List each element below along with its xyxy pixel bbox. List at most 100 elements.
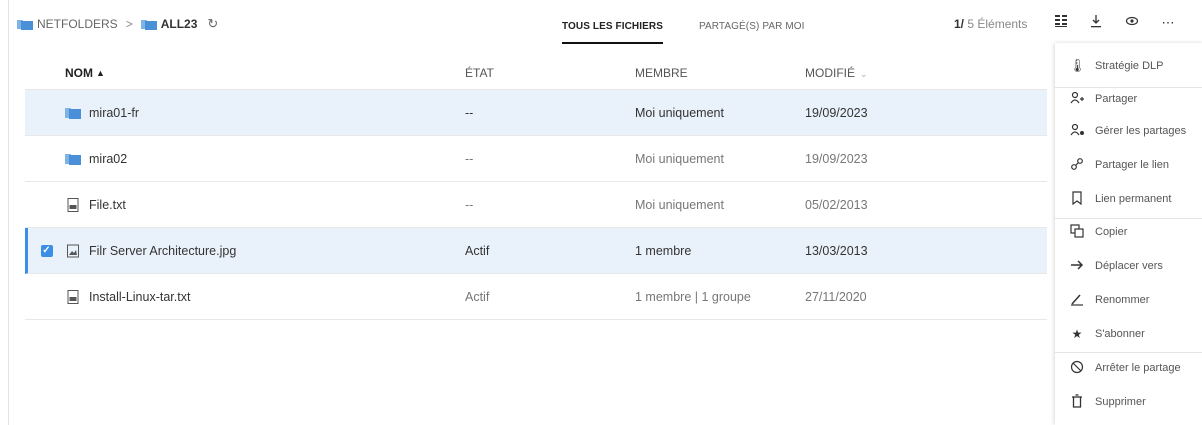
- file-member: 1 membre: [635, 243, 692, 258]
- file-member: Moi uniquement: [635, 151, 724, 166]
- view-eye-icon[interactable]: [1123, 14, 1141, 32]
- txt-file-icon: [67, 197, 79, 212]
- netfolders-icon: [17, 19, 33, 30]
- row-check-col: ✓: [28, 244, 65, 257]
- file-name[interactable]: mira02: [89, 152, 127, 166]
- folder-icon: [65, 153, 81, 165]
- refresh-icon[interactable]: ↻: [207, 16, 218, 32]
- actions-menu: 🌡︎ Stratégie DLP Partager Gérer les part…: [1055, 43, 1202, 425]
- star-icon: ★: [1071, 327, 1083, 341]
- more-actions-icon[interactable]: ⋯: [1159, 14, 1177, 32]
- file-member: Moi uniquement: [635, 105, 724, 120]
- image-file-icon: [67, 244, 79, 257]
- menu-item-label: Déplacer vers: [1095, 260, 1163, 272]
- file-table: NOM ▲ ÉTAT MEMBRE MODIFIÉ ⌄ mira01-fr -- M…: [25, 56, 1047, 320]
- file-modified: 19/09/2023: [805, 105, 868, 120]
- sort-asc-icon: ▲: [96, 67, 105, 78]
- file-modified: 27/11/2020: [805, 289, 867, 304]
- menu-item-label: Lien permanent: [1095, 193, 1172, 205]
- file-browser: NETFOLDERS > ALL23 ↻ TOUS LES FICHIERS P…: [8, 0, 1202, 425]
- menu-item-stop-sharing[interactable]: Arrêter le partage: [1055, 353, 1202, 383]
- menu-item-copy[interactable]: Copier: [1055, 217, 1202, 247]
- folder-icon: [65, 107, 81, 119]
- menu-item-delete[interactable]: Supprimer: [1055, 387, 1202, 417]
- file-state: Actif: [465, 243, 490, 258]
- row-name-cell: Filr Server Architecture.jpg: [65, 244, 465, 258]
- thermometer-icon: 🌡︎: [1069, 58, 1086, 73]
- breadcrumb-root[interactable]: NETFOLDERS: [37, 17, 118, 31]
- file-name[interactable]: Install-Linux-tar.txt: [89, 290, 190, 304]
- table-row[interactable]: Install-Linux-tar.txt Actif 1 membre | 1…: [25, 274, 1047, 320]
- header-name-label: NOM: [65, 65, 93, 80]
- download-icon[interactable]: [1087, 14, 1105, 32]
- bookmark-icon: [1069, 190, 1085, 208]
- header-modified[interactable]: MODIFIÉ ⌄: [805, 66, 1005, 80]
- menu-item-dlp-policy[interactable]: 🌡︎ Stratégie DLP: [1055, 51, 1202, 81]
- stop-share-icon: [1069, 360, 1085, 377]
- header-member[interactable]: MEMBRE: [635, 66, 805, 80]
- menu-item-label: Copier: [1095, 226, 1128, 238]
- file-state: Actif: [465, 289, 490, 304]
- menu-item-label: Gérer les partages: [1095, 125, 1187, 137]
- breadcrumb: NETFOLDERS > ALL23 ↻: [17, 16, 218, 32]
- arrow-right-icon: [1069, 258, 1085, 275]
- items-selected: 1/: [954, 17, 965, 31]
- txt-file-icon: [67, 289, 79, 304]
- menu-item-label: Supprimer: [1095, 396, 1146, 408]
- row-name-cell: mira01-fr: [65, 106, 465, 120]
- file-name[interactable]: mira01-fr: [89, 106, 139, 120]
- table-row[interactable]: File.txt -- Moi uniquement 05/02/2013: [25, 182, 1047, 228]
- top-bar: NETFOLDERS > ALL23 ↻ TOUS LES FICHIERS P…: [9, 0, 1202, 50]
- file-modified: 19/09/2023: [805, 151, 868, 166]
- row-checkbox[interactable]: ✓: [40, 244, 53, 257]
- items-count: 1/ 5 Éléments: [954, 17, 1027, 31]
- row-name-cell: Install-Linux-tar.txt: [65, 289, 465, 304]
- file-member: 1 membre | 1 groupe: [635, 289, 751, 304]
- file-state: --: [465, 151, 474, 166]
- breadcrumb-current: ALL23: [160, 17, 198, 31]
- menu-item-subscribe[interactable]: ★ S'abonner: [1055, 319, 1202, 349]
- table-row[interactable]: mira01-fr -- Moi uniquement 19/09/2023: [25, 90, 1047, 136]
- menu-item-manage-shares[interactable]: Gérer les partages: [1055, 116, 1202, 146]
- menu-item-label: Stratégie DLP: [1095, 60, 1164, 72]
- link-icon: [1069, 157, 1085, 174]
- header-modified-label: MODIFIÉ: [805, 65, 855, 80]
- file-modified: 13/03/2013: [805, 243, 868, 258]
- manage-shares-icon: [1069, 123, 1085, 140]
- menu-item-permalink[interactable]: Lien permanent: [1055, 184, 1202, 214]
- tab-shared-by-me[interactable]: PARTAGÉ(S) PAR MOI: [699, 0, 805, 44]
- file-name[interactable]: File.txt: [89, 198, 126, 212]
- pencil-icon: [1069, 292, 1085, 309]
- menu-item-label: S'abonner: [1095, 328, 1145, 340]
- table-row[interactable]: mira02 -- Moi uniquement 19/09/2023: [25, 136, 1047, 182]
- trash-icon: [1069, 393, 1085, 411]
- copy-icon: [1069, 223, 1085, 241]
- view-tabs: TOUS LES FICHIERS PARTAGÉ(S) PAR MOI: [562, 0, 805, 44]
- column-view-icon[interactable]: [1052, 14, 1070, 32]
- menu-item-share-link[interactable]: Partager le lien: [1055, 150, 1202, 180]
- share-user-icon: [1069, 91, 1085, 108]
- header-name[interactable]: NOM ▲: [65, 66, 465, 80]
- row-name-cell: File.txt: [65, 197, 465, 212]
- breadcrumb-separator: >: [125, 17, 133, 31]
- row-name-cell: mira02: [65, 152, 465, 166]
- items-total: 5 Éléments: [967, 17, 1028, 31]
- sort-desc-icon: ⌄: [860, 68, 868, 79]
- file-state: --: [465, 105, 474, 120]
- menu-item-label: Partager: [1095, 93, 1138, 105]
- menu-item-move-to[interactable]: Déplacer vers: [1055, 251, 1202, 281]
- header-state[interactable]: ÉTAT: [465, 66, 635, 80]
- menu-item-rename[interactable]: Renommer: [1055, 285, 1202, 315]
- menu-item-label: Arrêter le partage: [1095, 362, 1181, 374]
- file-modified: 05/02/2013: [805, 197, 868, 212]
- file-member: Moi uniquement: [635, 197, 724, 212]
- file-name[interactable]: Filr Server Architecture.jpg: [89, 244, 236, 258]
- table-header: NOM ▲ ÉTAT MEMBRE MODIFIÉ ⌄: [25, 56, 1047, 90]
- menu-item-label: Partager le lien: [1095, 159, 1169, 171]
- menu-item-label: Renommer: [1095, 294, 1150, 306]
- tab-all-files[interactable]: TOUS LES FICHIERS: [562, 0, 663, 44]
- menu-item-share[interactable]: Partager: [1055, 84, 1202, 114]
- file-state: --: [465, 197, 474, 212]
- folder-icon: [140, 19, 157, 30]
- table-row[interactable]: ✓ Filr Server Architecture.jpg Actif 1 m…: [25, 228, 1047, 274]
